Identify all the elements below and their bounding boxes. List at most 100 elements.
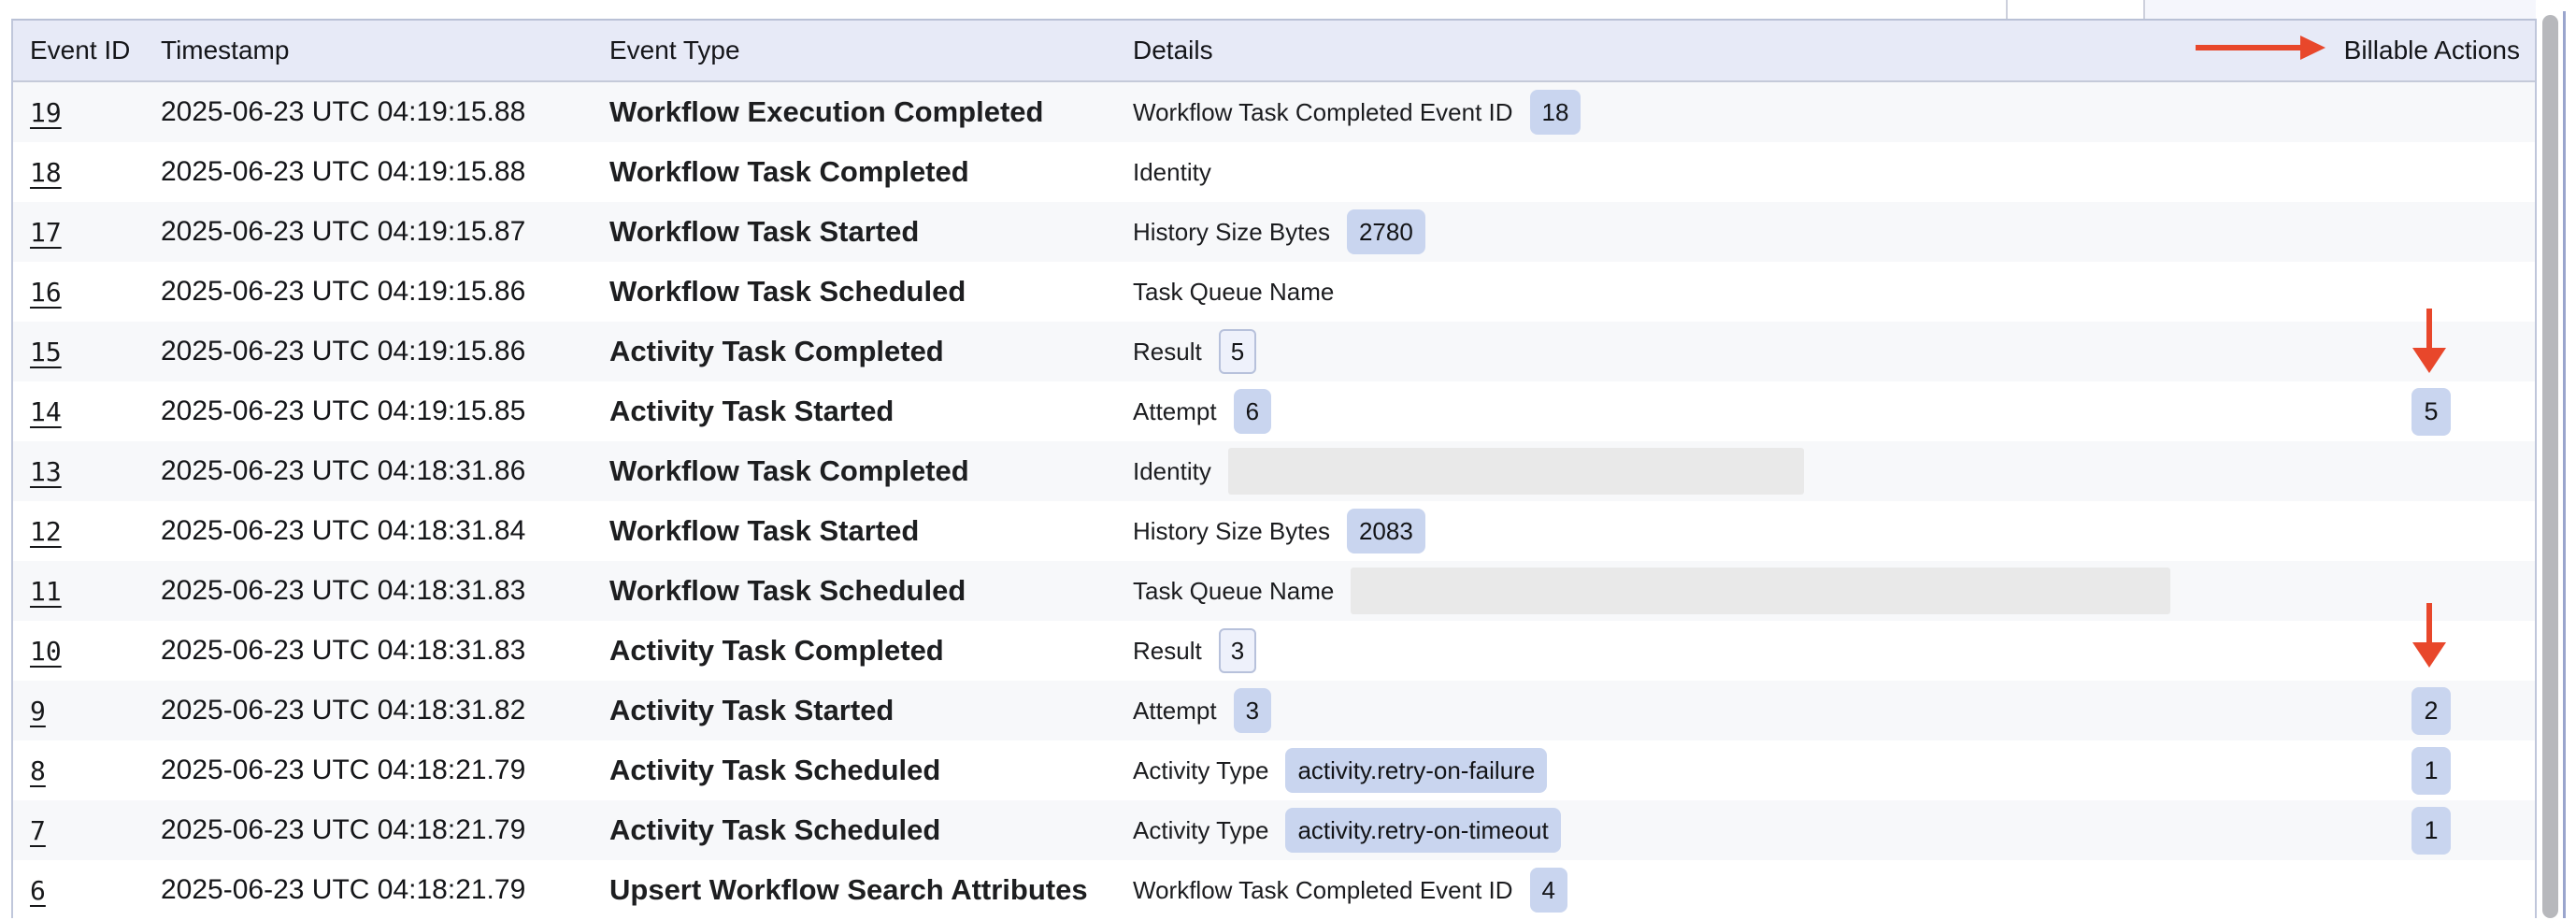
event-type: Activity Task Started (609, 395, 894, 428)
event-type: Activity Task Completed (609, 634, 944, 668)
table-row[interactable]: 19 2025-06-23 UTC 04:19:15.88 Workflow E… (13, 82, 2535, 142)
details-cell: Result 5 (1133, 322, 1256, 381)
event-id-link[interactable]: 6 (30, 875, 46, 906)
detail-value-badge: 6 (1234, 389, 1271, 434)
event-type: Upsert Workflow Search Attributes (609, 873, 1088, 907)
event-type: Activity Task Completed (609, 335, 944, 368)
table-row[interactable]: 9 2025-06-23 UTC 04:18:31.82 Activity Ta… (13, 681, 2535, 740)
event-id-cell: 14 (30, 381, 62, 441)
details-cell: Task Queue Name (1133, 262, 1334, 322)
billable-actions-cell (2338, 202, 2525, 262)
detail-label: History Size Bytes (1133, 218, 1330, 247)
event-id-link[interactable]: 10 (30, 636, 62, 667)
event-id-link[interactable]: 9 (30, 696, 46, 726)
table-row[interactable]: 7 2025-06-23 UTC 04:18:21.79 Activity Ta… (13, 800, 2535, 860)
column-header-details: Details (1133, 21, 1213, 80)
billable-actions-cell (2338, 82, 2525, 142)
table-row[interactable]: 18 2025-06-23 UTC 04:19:15.88 Workflow T… (13, 142, 2535, 202)
details-cell: Task Queue Name (1133, 561, 2170, 621)
redacted-value-block (1228, 448, 1804, 495)
event-id-cell: 12 (30, 501, 62, 561)
event-id-cell: 8 (30, 740, 46, 800)
event-id-link[interactable]: 14 (30, 396, 62, 427)
table-row[interactable]: 6 2025-06-23 UTC 04:18:21.79 Upsert Work… (13, 860, 2535, 920)
table-header-row: Event ID Timestamp Event Type Details Bi… (13, 21, 2535, 82)
timestamp-cell: 2025-06-23 UTC 04:18:31.83 (161, 621, 525, 681)
detail-value-badge: activity.retry-on-timeout (1285, 808, 1560, 853)
scrollbar-thumb[interactable] (2542, 15, 2558, 918)
event-type: Workflow Task Started (609, 215, 919, 249)
event-type: Workflow Task Scheduled (609, 275, 966, 309)
event-id-link[interactable]: 17 (30, 217, 62, 248)
event-id-link[interactable]: 8 (30, 755, 46, 786)
details-cell: Activity Type activity.retry-on-timeout (1133, 800, 1561, 860)
redacted-value-block (1351, 568, 2170, 614)
billable-actions-badge: 1 (2411, 747, 2450, 795)
event-type-cell: Activity Task Started (609, 681, 894, 740)
top-panel-edge (2145, 0, 2536, 19)
event-timestamp: 2025-06-23 UTC 04:19:15.88 (161, 96, 525, 128)
event-type-cell: Workflow Task Scheduled (609, 262, 966, 322)
detail-label: History Size Bytes (1133, 517, 1330, 546)
billable-actions-cell (2338, 501, 2525, 561)
event-id-link[interactable]: 19 (30, 97, 62, 128)
event-id-link[interactable]: 16 (30, 277, 62, 308)
event-type-cell: Workflow Execution Completed (609, 82, 1043, 142)
table-body: 19 2025-06-23 UTC 04:19:15.88 Workflow E… (13, 82, 2535, 920)
detail-label: Attempt (1133, 697, 1217, 726)
event-id-link[interactable]: 7 (30, 815, 46, 846)
detail-value-badge: 5 (1219, 329, 1256, 374)
details-cell: Attempt 6 (1133, 381, 1271, 441)
timestamp-cell: 2025-06-23 UTC 04:18:31.83 (161, 561, 525, 621)
event-timestamp: 2025-06-23 UTC 04:18:31.83 (161, 575, 525, 607)
event-id-link[interactable]: 13 (30, 456, 62, 487)
event-id-link[interactable]: 18 (30, 157, 62, 188)
detail-label: Attempt (1133, 397, 1217, 426)
event-timestamp: 2025-06-23 UTC 04:19:15.87 (161, 216, 525, 248)
table-row[interactable]: 13 2025-06-23 UTC 04:18:31.86 Workflow T… (13, 441, 2535, 501)
details-cell: Identity (1133, 441, 1804, 501)
details-cell: Workflow Task Completed Event ID 18 (1133, 82, 1581, 142)
event-type-cell: Activity Task Scheduled (609, 740, 940, 800)
table-row[interactable]: 15 2025-06-23 UTC 04:19:15.86 Activity T… (13, 322, 2535, 381)
event-type-cell: Upsert Workflow Search Attributes (609, 860, 1088, 920)
column-header-event-id: Event ID (30, 21, 130, 80)
detail-label: Workflow Task Completed Event ID (1133, 876, 1513, 905)
event-id-cell: 17 (30, 202, 62, 262)
timestamp-cell: 2025-06-23 UTC 04:19:15.85 (161, 381, 525, 441)
event-timestamp: 2025-06-23 UTC 04:18:21.79 (161, 874, 525, 906)
detail-value-badge: activity.retry-on-failure (1285, 748, 1547, 793)
table-row[interactable]: 8 2025-06-23 UTC 04:18:21.79 Activity Ta… (13, 740, 2535, 800)
column-header-event-type: Event Type (609, 21, 740, 80)
event-id-cell: 10 (30, 621, 62, 681)
timestamp-cell: 2025-06-23 UTC 04:18:31.86 (161, 441, 525, 501)
event-timestamp: 2025-06-23 UTC 04:18:31.83 (161, 635, 525, 667)
timestamp-cell: 2025-06-23 UTC 04:19:15.86 (161, 322, 525, 381)
detail-label: Identity (1133, 158, 1211, 187)
detail-value-badge: 2083 (1347, 509, 1425, 553)
billable-actions-cell: 1 (2338, 740, 2525, 800)
event-id-cell: 11 (30, 561, 62, 621)
event-id-cell: 13 (30, 441, 62, 501)
details-cell: History Size Bytes 2083 (1133, 501, 1425, 561)
event-history-table: Event ID Timestamp Event Type Details Bi… (11, 19, 2537, 918)
table-row[interactable]: 17 2025-06-23 UTC 04:19:15.87 Workflow T… (13, 202, 2535, 262)
table-row[interactable]: 11 2025-06-23 UTC 04:18:31.83 Workflow T… (13, 561, 2535, 621)
table-row[interactable]: 12 2025-06-23 UTC 04:18:31.84 Workflow T… (13, 501, 2535, 561)
detail-label: Result (1133, 637, 1202, 666)
event-timestamp: 2025-06-23 UTC 04:18:31.86 (161, 455, 525, 487)
scrollbar-edge-line (2563, 11, 2566, 918)
event-id-link[interactable]: 11 (30, 576, 62, 607)
table-row[interactable]: 16 2025-06-23 UTC 04:19:15.86 Workflow T… (13, 262, 2535, 322)
details-cell: Attempt 3 (1133, 681, 1271, 740)
event-id-link[interactable]: 12 (30, 516, 62, 547)
table-row[interactable]: 10 2025-06-23 UTC 04:18:31.83 Activity T… (13, 621, 2535, 681)
event-type: Workflow Task Started (609, 514, 919, 548)
event-timestamp: 2025-06-23 UTC 04:19:15.85 (161, 395, 525, 427)
detail-label: Activity Type (1133, 756, 1268, 785)
event-type-cell: Activity Task Started (609, 381, 894, 441)
detail-value-badge: 3 (1219, 628, 1256, 673)
detail-label: Workflow Task Completed Event ID (1133, 98, 1513, 127)
event-id-link[interactable]: 15 (30, 337, 62, 367)
table-row[interactable]: 14 2025-06-23 UTC 04:19:15.85 Activity T… (13, 381, 2535, 441)
